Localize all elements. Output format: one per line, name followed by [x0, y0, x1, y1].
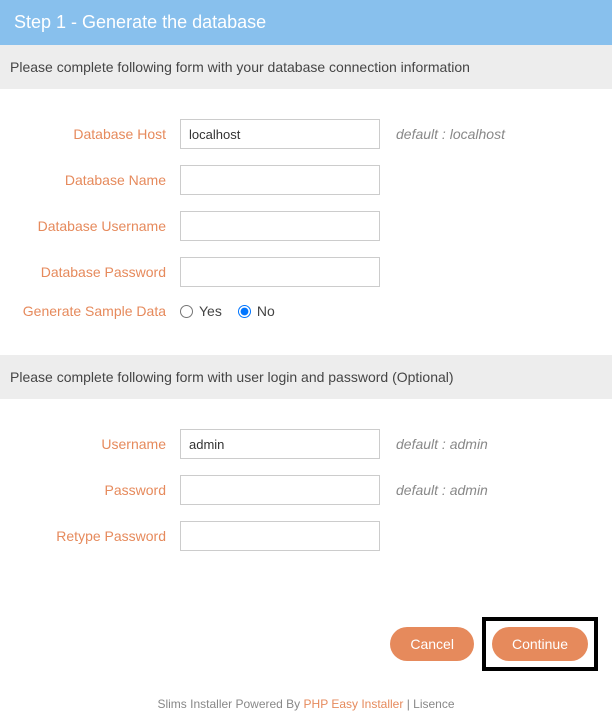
sample-no-label: No	[257, 303, 275, 319]
retype-input[interactable]	[180, 521, 380, 551]
db-name-input[interactable]	[180, 165, 380, 195]
button-row: Cancel Continue	[0, 587, 612, 691]
sample-yes-label: Yes	[199, 303, 222, 319]
db-host-input[interactable]	[180, 119, 380, 149]
user-form: Username default : admin Password defaul…	[0, 399, 612, 587]
cancel-button[interactable]: Cancel	[390, 627, 474, 661]
sample-yes-radio[interactable]	[180, 305, 193, 318]
sample-no-radio[interactable]	[238, 305, 251, 318]
db-host-label: Database Host	[10, 126, 180, 142]
db-pass-input[interactable]	[180, 257, 380, 287]
footer-lisence: Lisence	[413, 697, 454, 711]
sample-data-label: Generate Sample Data	[10, 303, 180, 319]
password-hint: default : admin	[380, 482, 488, 498]
continue-button[interactable]: Continue	[492, 627, 588, 661]
continue-highlight-box: Continue	[482, 617, 598, 671]
db-section-desc: Please complete following form with your…	[0, 45, 612, 89]
db-host-hint: default : localhost	[380, 126, 505, 142]
password-label: Password	[10, 482, 180, 498]
db-pass-label: Database Password	[10, 264, 180, 280]
username-input[interactable]	[180, 429, 380, 459]
password-input[interactable]	[180, 475, 380, 505]
footer-link[interactable]: PHP Easy Installer	[304, 697, 404, 711]
username-label: Username	[10, 436, 180, 452]
user-section-desc: Please complete following form with user…	[0, 355, 612, 399]
db-user-input[interactable]	[180, 211, 380, 241]
username-hint: default : admin	[380, 436, 488, 452]
db-form: Database Host default : localhost Databa…	[0, 89, 612, 355]
footer: Slims Installer Powered By PHP Easy Inst…	[0, 691, 612, 721]
footer-sep: |	[403, 697, 413, 711]
footer-prefix: Slims Installer Powered By	[157, 697, 303, 711]
db-user-label: Database Username	[10, 218, 180, 234]
db-name-label: Database Name	[10, 172, 180, 188]
step-header: Step 1 - Generate the database	[0, 0, 612, 45]
retype-label: Retype Password	[10, 528, 180, 544]
